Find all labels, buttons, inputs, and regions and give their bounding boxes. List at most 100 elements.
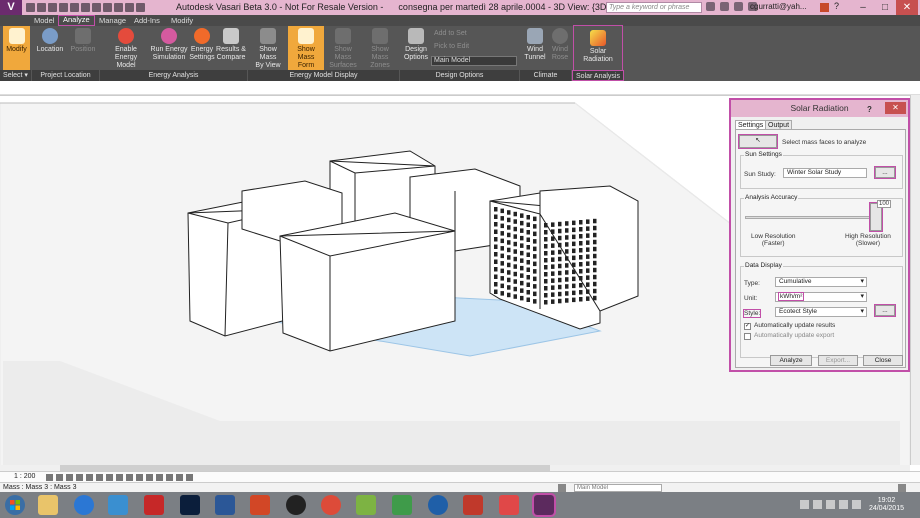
language-icon[interactable] [800, 500, 809, 509]
text-icon[interactable] [103, 3, 112, 12]
battery-icon[interactable] [839, 500, 848, 509]
communication-icon[interactable] [734, 2, 743, 11]
qat-dropdown-icon[interactable] [136, 3, 145, 12]
energy-settings-button[interactable]: Energy Settings [189, 26, 215, 70]
spreadsheet-app-icon[interactable] [356, 495, 376, 515]
word-icon[interactable] [215, 495, 235, 515]
open-icon[interactable] [26, 3, 35, 12]
position-button[interactable]: Position [68, 26, 98, 70]
design-option-select[interactable]: Main Model [431, 56, 517, 66]
sun-study-field[interactable]: Winter Solar Study [783, 168, 867, 178]
unit-select[interactable]: kWh/m² [775, 292, 867, 302]
analyze-button[interactable]: Analyze [770, 355, 812, 366]
show-mass-zones-button[interactable]: Show Mass Zones [362, 26, 398, 70]
select-faces-button[interactable]: ↖ [738, 134, 778, 149]
subscription-icon[interactable] [720, 2, 729, 11]
modify-button[interactable]: Modify [3, 26, 30, 70]
tab-add-ins[interactable]: Add-Ins [130, 15, 164, 26]
close-button[interactable]: ✕ [896, 0, 918, 15]
tab-manage[interactable]: Manage [95, 15, 130, 26]
sun-study-browse-button[interactable]: ... [874, 166, 896, 179]
notification-icon[interactable] [852, 500, 861, 509]
style-select[interactable]: Ecotect Style [775, 307, 867, 317]
properties-icon[interactable] [176, 474, 183, 481]
auto-update-results-checkbox[interactable]: ✓ [744, 323, 751, 330]
sketch-app-icon[interactable] [499, 495, 519, 515]
search-icon[interactable] [706, 2, 715, 11]
vasari-taskbar-icon[interactable] [532, 493, 556, 517]
network-icon[interactable] [813, 500, 822, 509]
windows-start-icon[interactable] [4, 494, 26, 516]
enable-energy-model-button[interactable]: Enable Energy Model [104, 26, 148, 70]
clock[interactable]: 19:02 24/04/2015 [869, 497, 904, 513]
show-mass-by-view-button[interactable]: Show Mass By View [250, 26, 286, 70]
more-icon[interactable] [186, 474, 193, 481]
temporary-view-icon[interactable] [156, 474, 163, 481]
tab-modify[interactable]: Modify [167, 15, 197, 26]
export-button[interactable]: Export... [818, 355, 858, 366]
dialog-close-button[interactable]: ✕ [885, 102, 906, 114]
show-crop-icon[interactable] [106, 474, 113, 481]
dialog-title-bar[interactable]: Solar Radiation ? ✕ [731, 100, 908, 117]
save-icon[interactable] [37, 3, 46, 12]
powerpoint-icon[interactable] [250, 495, 270, 515]
hide-isolate-icon[interactable] [126, 474, 133, 481]
excel-icon[interactable] [392, 495, 412, 515]
tab-model[interactable]: Model [30, 15, 58, 26]
rocket-app-icon[interactable] [108, 495, 128, 515]
active-model-select[interactable]: Main Model [574, 484, 662, 492]
panel-select-label[interactable]: Select ▾ [0, 70, 32, 81]
acrobat-icon[interactable] [144, 495, 164, 515]
sun-path-icon[interactable] [66, 474, 73, 481]
photoshop-icon[interactable] [180, 495, 200, 515]
undo-icon[interactable] [48, 3, 57, 12]
print-icon[interactable] [70, 3, 79, 12]
autocad-icon[interactable] [463, 495, 483, 515]
sync-icon[interactable] [114, 3, 123, 12]
section-icon[interactable] [125, 3, 134, 12]
reveal-icon[interactable] [136, 474, 143, 481]
auto-update-export-checkbox[interactable] [744, 333, 751, 340]
view-scale[interactable]: 1 : 200 [14, 473, 35, 480]
run-energy-simulation-button[interactable]: Run Energy Simulation [150, 26, 188, 70]
hp-icon[interactable] [286, 495, 306, 515]
analysis-display-icon[interactable] [146, 474, 153, 481]
chrome-icon[interactable] [321, 495, 341, 515]
pick-to-edit-button[interactable]: Pick to Edit [434, 43, 469, 50]
help-search-input[interactable]: Type a keyword or phrase [606, 2, 702, 13]
sketch-icon[interactable] [166, 474, 173, 481]
shadows-icon[interactable] [76, 474, 83, 481]
type-select[interactable]: Cumulative [775, 277, 867, 287]
results-compare-button[interactable]: Results & Compare [216, 26, 246, 70]
design-options-button[interactable]: Design Options [402, 26, 430, 70]
close-dialog-button[interactable]: Close [863, 355, 903, 366]
add-to-set-button[interactable]: Add to Set [434, 30, 467, 37]
visual-style-icon[interactable] [56, 474, 63, 481]
vertical-scrollbar[interactable] [910, 95, 920, 465]
volume-icon[interactable] [826, 500, 835, 509]
crop-icon[interactable] [96, 474, 103, 481]
lock-icon[interactable] [116, 474, 123, 481]
wind-rose-button[interactable]: Wind Rose [549, 26, 571, 70]
measure-icon[interactable] [81, 3, 90, 12]
filter-icon[interactable] [898, 484, 906, 492]
user-account[interactable]: cgurratti@yah... [750, 2, 807, 11]
render-icon[interactable] [86, 474, 93, 481]
maximize-button[interactable]: □ [874, 0, 896, 15]
media-app-icon[interactable] [428, 495, 448, 515]
location-button[interactable]: Location [34, 26, 66, 70]
help-icon[interactable]: ? [867, 101, 872, 118]
redo-icon[interactable] [59, 3, 68, 12]
show-mass-surfaces-button[interactable]: Show Mass Surfaces [326, 26, 360, 70]
wind-tunnel-button[interactable]: Wind Tunnel [522, 26, 548, 70]
detail-level-icon[interactable] [46, 474, 53, 481]
exchange-icon[interactable] [820, 3, 829, 12]
app-menu-button[interactable]: V [0, 0, 22, 15]
accuracy-slider-track[interactable] [745, 216, 880, 219]
3d-view-icon[interactable] [92, 3, 101, 12]
show-mass-form-button[interactable]: Show Mass Form [288, 26, 324, 70]
help-icon[interactable]: ? [834, 1, 839, 11]
minimize-button[interactable]: – [852, 0, 874, 15]
internet-explorer-icon[interactable] [74, 495, 94, 515]
style-browse-button[interactable]: ... [874, 304, 896, 317]
